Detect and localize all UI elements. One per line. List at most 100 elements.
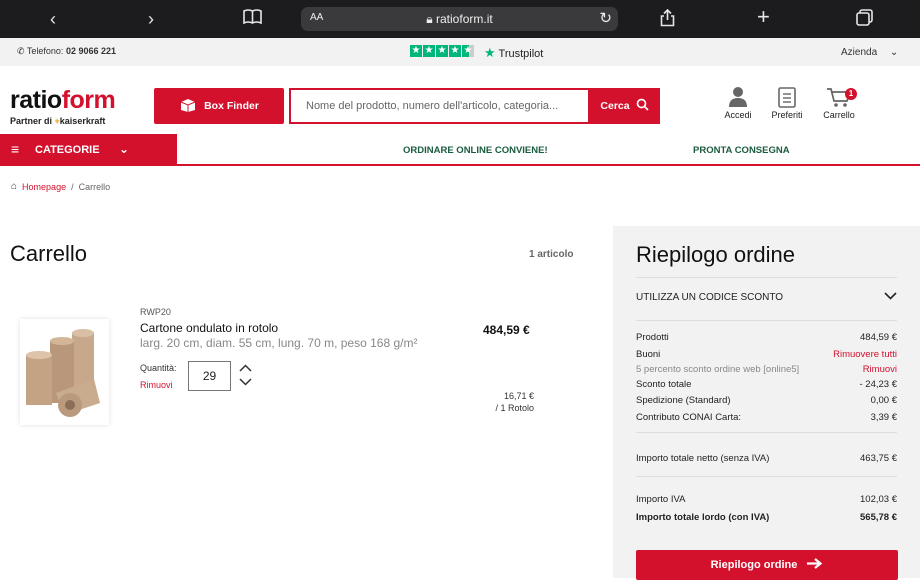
star-icon: ★ (449, 45, 461, 57)
account-button[interactable]: Accedi (718, 86, 758, 120)
quantity-down-icon[interactable] (239, 377, 252, 389)
cart-item-count: 1 articolo (529, 249, 574, 260)
remove-all-vouchers-link[interactable]: Rimuovere tutti (833, 349, 897, 360)
forward-icon[interactable]: › (148, 9, 154, 29)
row-label: Buoni (636, 349, 661, 360)
breadcrumb-separator: / (71, 181, 74, 192)
row-value: 102,03 € (860, 494, 897, 505)
breadcrumb-current: Carrello (78, 181, 111, 192)
box-finder-label: Box Finder (204, 100, 259, 112)
nav-link-online-order[interactable]: ORDINARE ONLINE CONVIENE! (403, 145, 548, 156)
ratioform-logo[interactable]: ratioform (10, 86, 116, 115)
divider (636, 277, 897, 278)
cart-badge: 1 (845, 88, 857, 100)
row-value: 565,78 € (860, 512, 897, 523)
summary-row-conai: Contributo CONAI Carta: 3,39 € (636, 412, 897, 423)
row-label: 5 percento sconto ordine web [online5] (636, 364, 800, 375)
account-label: Accedi (724, 110, 752, 120)
site-header: ratioform Partner di +kaiserkraft Box Fi… (0, 66, 920, 134)
product-name[interactable]: Cartone ondulato in rotolo (140, 321, 278, 335)
product-description: larg. 20 cm, diam. 55 cm, lung. 70 m, pe… (140, 336, 418, 350)
new-tab-icon[interactable]: + (757, 6, 770, 28)
search-button[interactable]: Cerca (589, 88, 660, 124)
top-info-bar: ✆ Telefono: 02 9066 221 ★ ★ ★ ★ ★ ★ Trus… (0, 38, 920, 66)
line-total-price: 484,59 € (483, 323, 530, 337)
search-icon (636, 98, 649, 114)
partner-label: Partner di (10, 116, 53, 126)
summary-title: Riepilogo ordine (636, 242, 795, 267)
row-label: Importo IVA (636, 494, 686, 505)
quantity-input[interactable]: 29 (188, 361, 231, 391)
search-button-label: Cerca (600, 100, 630, 112)
summary-row-shipping: Spedizione (Standard) 0,00 € (636, 395, 897, 406)
home-icon: ⌂ (11, 181, 18, 192)
product-image[interactable] (20, 319, 109, 425)
breadcrumb-home[interactable]: Homepage (22, 182, 66, 192)
page-title: Carrello (10, 241, 88, 266)
breadcrumb: ⌂ Homepage / Carrello (11, 181, 110, 192)
categories-label: CATEGORIE (35, 144, 100, 156)
lock-icon: 🔒︎ (426, 12, 433, 26)
row-label: Importo totale netto (senza IVA) (636, 453, 770, 464)
box-finder-button[interactable]: Box Finder (154, 88, 284, 124)
summary-row-products: Prodotti 484,59 € (636, 332, 897, 343)
phone-icon: ✆ (17, 46, 25, 56)
remove-item-link[interactable]: Rimuovi (140, 380, 173, 390)
categories-menu-button[interactable]: ≡ CATEGORIE ⌄ (0, 134, 177, 166)
row-label: Importo totale lordo (con IVA) (636, 512, 770, 523)
trustpilot-stars[interactable]: ★ ★ ★ ★ ★ (410, 45, 474, 57)
azienda-dropdown[interactable]: Azienda ⌄ (828, 44, 908, 62)
quantity-up-icon[interactable] (239, 363, 252, 375)
row-value: 484,59 € (860, 332, 897, 343)
chevron-down-icon: ⌄ (889, 47, 899, 58)
partner-brand: kaiserkraft (59, 116, 106, 126)
back-icon[interactable]: ‹ (50, 9, 56, 29)
remove-discount-link[interactable]: Rimuovi (863, 364, 897, 375)
row-label: Spedizione (Standard) (636, 395, 731, 406)
row-label: Contributo CONAI Carta: (636, 412, 742, 423)
star-icon: ★ (423, 45, 435, 57)
box-icon (179, 97, 197, 115)
nav-link-quick-delivery[interactable]: PRONTA CONSEGNA (693, 145, 790, 156)
unit-price: 16,71 € (503, 391, 534, 401)
cardboard-rolls-image (26, 329, 100, 417)
address-bar[interactable]: AA 🔒︎ ratioform.it ↻ (301, 7, 618, 31)
row-value: 3,39 € (870, 412, 897, 423)
star-icon: ★ (410, 45, 422, 57)
row-label: Prodotti (636, 332, 669, 343)
chevron-down-icon[interactable] (884, 288, 897, 303)
search-input[interactable]: Nome del prodotto, numero dell'articolo,… (289, 88, 590, 124)
logo-ratio: ratio (10, 86, 62, 114)
user-icon (718, 86, 758, 110)
trustpilot-logo[interactable]: ★ Trustpilot (484, 45, 543, 61)
hamburger-icon: ≡ (11, 141, 20, 157)
clipboard-list-icon (767, 86, 807, 110)
checkout-button[interactable]: Riepilogo ordine (636, 550, 898, 580)
row-value: 463,75 € (860, 453, 897, 464)
row-value: 0,00 € (870, 395, 897, 406)
tabs-icon[interactable] (856, 9, 873, 30)
coupon-toggle[interactable]: UTILIZZA UN CODICE SCONTO (636, 292, 783, 303)
cart-label: Carrello (823, 110, 855, 120)
cart-button[interactable]: Carrello 1 (819, 86, 859, 120)
phone-label: Telefono: (26, 46, 64, 56)
summary-row-vat: Importo IVA 102,03 € (636, 494, 897, 505)
phone-info[interactable]: ✆ Telefono: 02 9066 221 (17, 46, 116, 57)
bookmarks-icon[interactable] (243, 9, 262, 29)
row-label: Sconto totale (636, 379, 692, 390)
favorites-label: Preferiti (771, 110, 803, 120)
star-icon: ★ (436, 45, 448, 57)
url-text: 🔒︎ ratioform.it (301, 12, 618, 27)
summary-row-net-total: Importo totale netto (senza IVA) 463,75 € (636, 453, 897, 464)
summary-row-gross-total: Importo totale lordo (con IVA) 565,78 € (636, 512, 897, 523)
main-nav: ≡ CATEGORIE ⌄ ORDINARE ONLINE CONVIENE! … (0, 134, 920, 166)
summary-row-vouchers: Buoni Rimuovere tutti (636, 349, 897, 360)
divider (636, 320, 897, 321)
reload-icon[interactable]: ↻ (599, 9, 612, 27)
azienda-label: Azienda (841, 47, 878, 58)
browser-toolbar: ‹ › AA 🔒︎ ratioform.it ↻ + (0, 0, 920, 38)
summary-row-discount-code: 5 percento sconto ordine web [online5] Ri… (636, 364, 897, 375)
favorites-button[interactable]: Preferiti (767, 86, 807, 120)
chevron-down-icon: ⌄ (119, 142, 130, 156)
share-icon[interactable] (660, 8, 675, 31)
